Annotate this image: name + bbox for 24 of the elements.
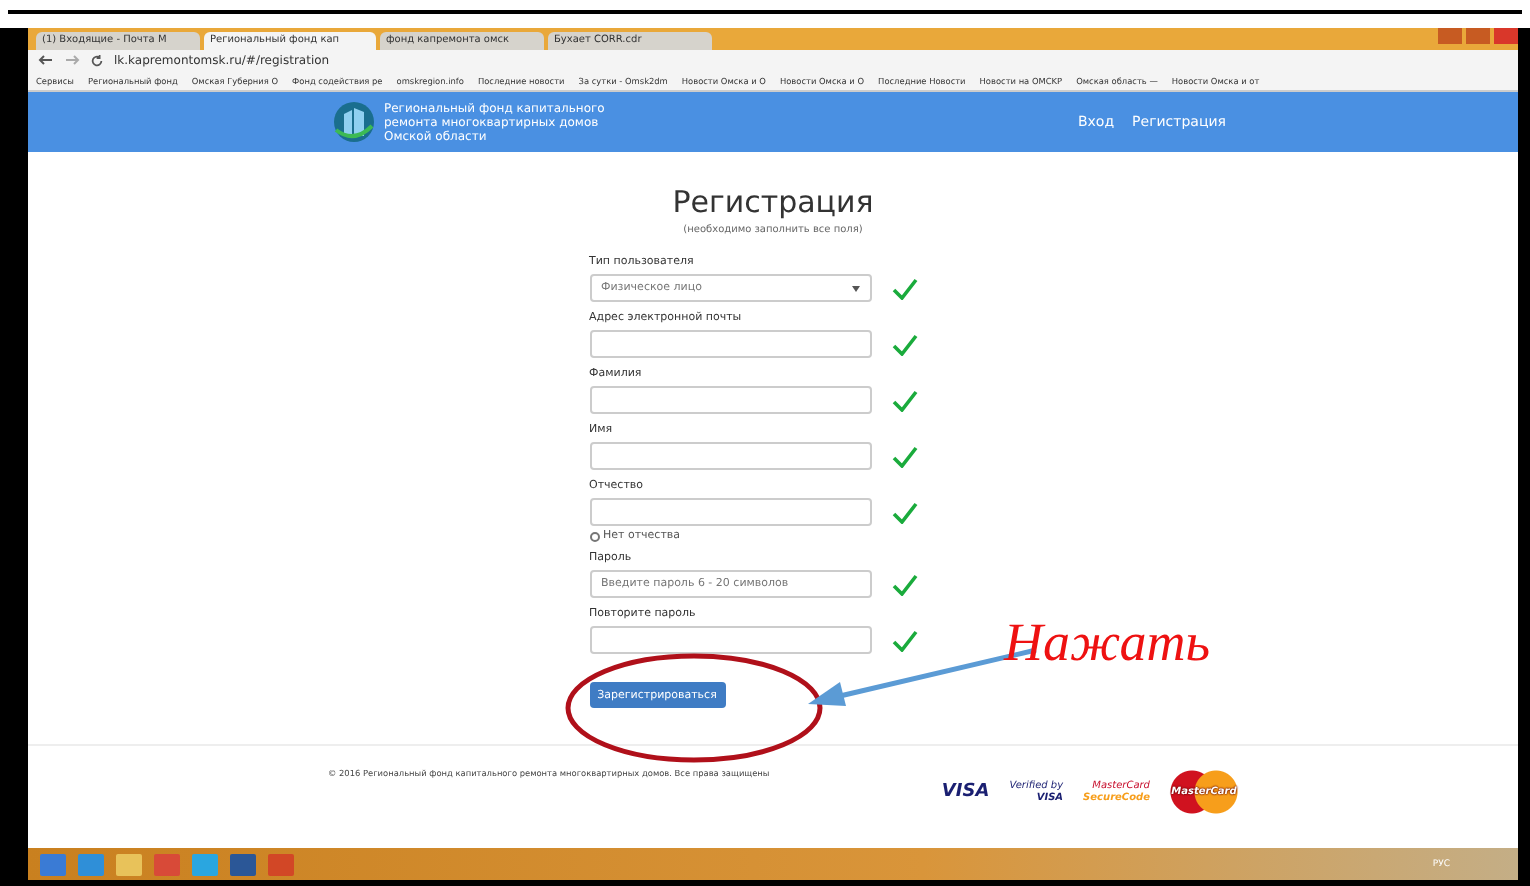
annotation-text: Нажать	[1004, 612, 1211, 674]
maximize-button[interactable]	[1466, 28, 1490, 44]
caret-icon	[851, 285, 859, 291]
back-icon[interactable]	[38, 54, 54, 66]
checkbox[interactable]	[589, 531, 599, 541]
visa-logo: VISA	[941, 782, 990, 802]
forward-icon[interactable]	[64, 54, 80, 66]
page-title: Регистрация	[672, 184, 874, 220]
minimize-button[interactable]	[1438, 28, 1462, 44]
input-field[interactable]	[589, 442, 871, 470]
check-icon	[891, 573, 917, 595]
reload-icon[interactable]	[90, 53, 104, 67]
logo-icon	[332, 100, 376, 144]
input-field[interactable]	[589, 498, 871, 526]
input-field[interactable]	[589, 386, 871, 414]
input-field[interactable]	[589, 330, 871, 358]
check-icon	[891, 629, 917, 651]
check-icon	[891, 277, 917, 299]
check-icon	[891, 389, 917, 411]
check-icon	[891, 501, 917, 523]
input-field[interactable]	[589, 626, 871, 654]
check-icon	[891, 333, 917, 355]
check-icon	[891, 445, 917, 467]
close-button[interactable]	[1494, 28, 1518, 44]
